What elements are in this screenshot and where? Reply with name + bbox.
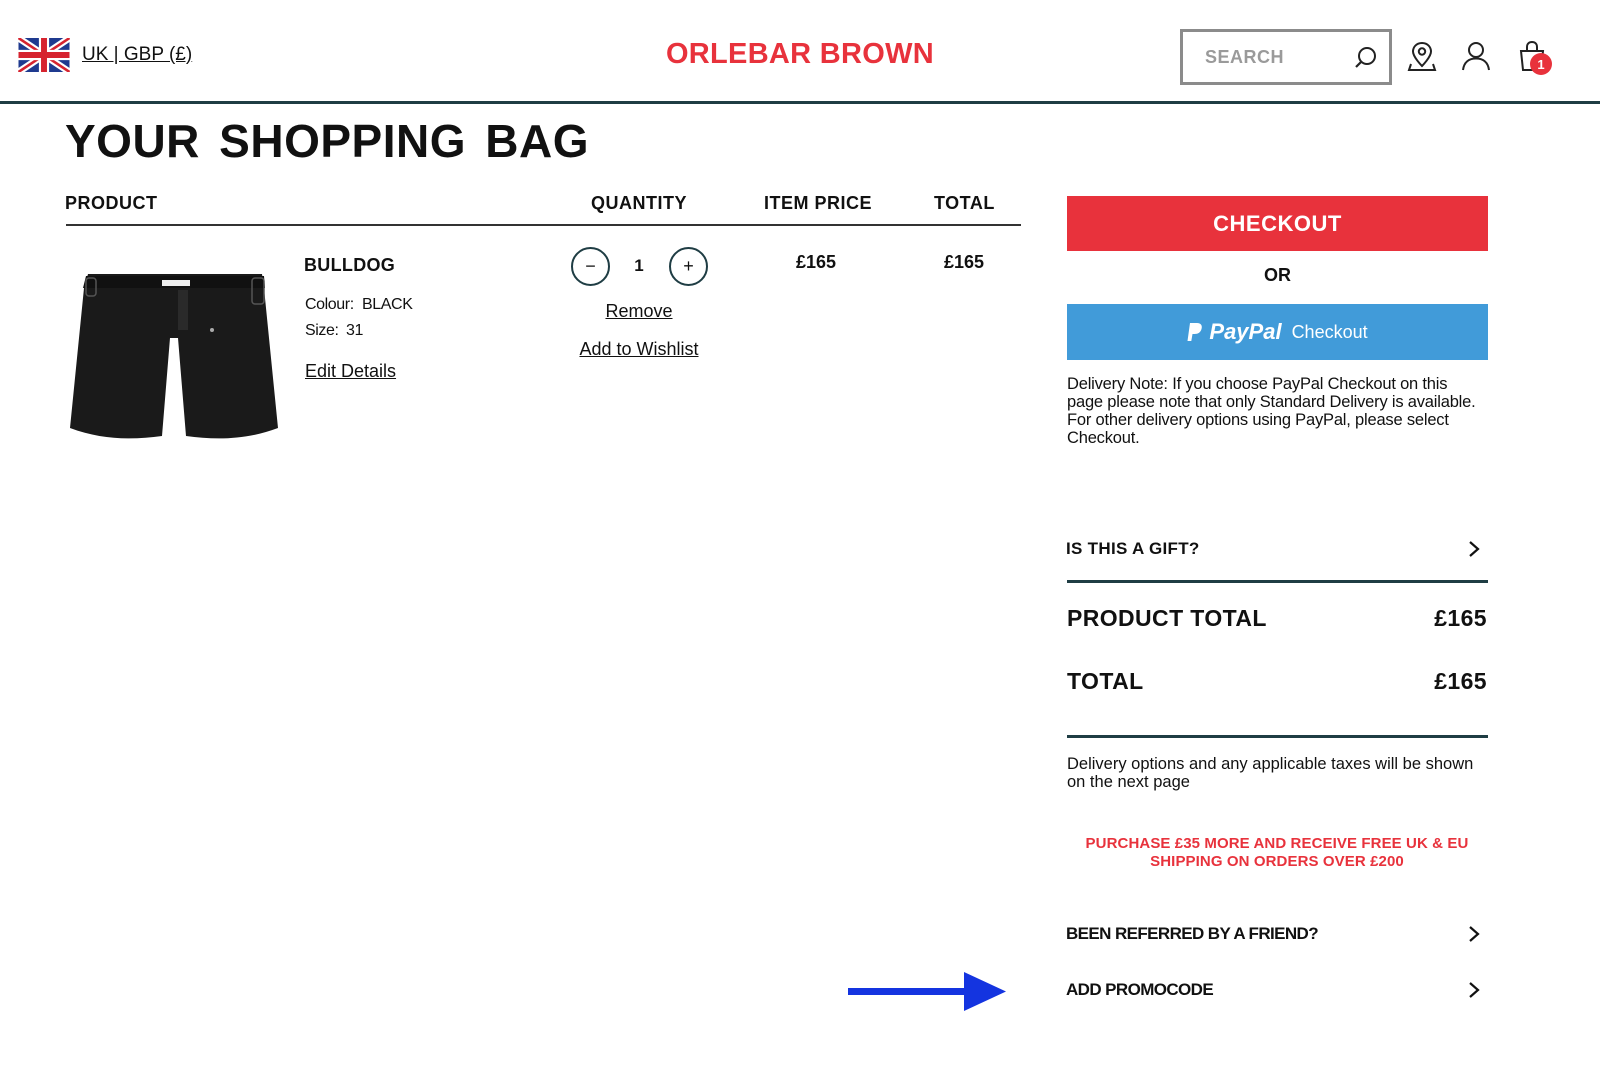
edit-details-link[interactable]: Edit Details	[305, 361, 396, 382]
product-name[interactable]: BULLDOG	[304, 255, 395, 276]
product-total-value: £165	[1434, 605, 1487, 631]
paypal-checkout-button[interactable]: PayPal Checkout	[1067, 304, 1488, 360]
colour-label: Colour:	[305, 296, 354, 313]
quantity-value: 1	[634, 256, 644, 275]
quantity-increase-button[interactable]: +	[669, 247, 708, 286]
quantity-decrease-button[interactable]: −	[571, 247, 610, 286]
store-locator-icon[interactable]	[1406, 40, 1438, 72]
column-header-item-price: ITEM PRICE	[764, 193, 873, 213]
column-header-quantity: QUANTITY	[591, 193, 687, 213]
referral-label: BEEN REFERRED BY A FRIEND?	[1066, 924, 1319, 943]
add-to-wishlist-link[interactable]: Add to Wishlist	[568, 339, 710, 360]
add-promocode-toggle[interactable]: ADD PROMOCODE	[1066, 980, 1488, 1000]
gift-option-label: IS THIS A GIFT?	[1066, 539, 1200, 558]
bag-count-badge: 1	[1530, 53, 1552, 75]
colour-value: BLACK	[362, 296, 413, 313]
checkout-button[interactable]: CHECKOUT	[1067, 196, 1488, 251]
free-shipping-message-line1: PURCHASE £35 MORE AND RECEIVE FREE UK & …	[1085, 835, 1469, 852]
paypal-icon	[1187, 323, 1203, 341]
add-promocode-label: ADD PROMOCODE	[1066, 980, 1214, 999]
chevron-right-icon	[1469, 926, 1480, 942]
product-colour: Colour: BLACK	[305, 296, 413, 314]
gift-option-toggle[interactable]: IS THIS A GIFT?	[1066, 539, 1488, 559]
order-total-value: £165	[1434, 668, 1487, 694]
product-image[interactable]	[66, 268, 282, 444]
search-input[interactable]	[1205, 46, 1345, 68]
chevron-right-icon	[1469, 982, 1480, 998]
page-title: YOUR SHOPPING BAG	[65, 115, 590, 167]
paypal-delivery-note: Delivery Note: If you choose PayPal Chec…	[1067, 375, 1476, 447]
delivery-options-info: Delivery options and any applicable taxe…	[1067, 755, 1474, 791]
or-divider-text: OR	[1264, 265, 1291, 285]
chevron-right-icon	[1469, 541, 1480, 557]
paypal-logo: PayPal	[1187, 319, 1282, 345]
order-total-row: TOTAL £165	[1067, 668, 1487, 695]
table-header-divider	[66, 224, 1021, 226]
totals-divider	[1067, 735, 1488, 738]
search-icon[interactable]	[1353, 45, 1379, 71]
product-size: Size: 31	[305, 322, 363, 340]
free-shipping-message: PURCHASE £35 MORE AND RECEIVE FREE UK & …	[1067, 835, 1487, 871]
item-total: £165	[943, 252, 985, 272]
paypal-brand-text: PayPal	[1209, 319, 1282, 344]
search-box[interactable]	[1180, 29, 1392, 85]
product-total-label: PRODUCT TOTAL	[1067, 605, 1267, 631]
annotation-arrow-icon	[848, 972, 1006, 1011]
product-total-row: PRODUCT TOTAL £165	[1067, 605, 1487, 632]
column-header-product: PRODUCT	[65, 193, 158, 213]
paypal-checkout-label: Checkout	[1291, 321, 1368, 342]
remove-link[interactable]: Remove	[578, 301, 700, 322]
free-shipping-message-line2: SHIPPING ON ORDERS OVER £200	[1150, 853, 1404, 870]
item-price: £165	[795, 252, 837, 272]
order-total-label: TOTAL	[1067, 668, 1144, 694]
column-header-total: TOTAL	[934, 193, 995, 213]
account-icon[interactable]	[1460, 40, 1492, 72]
size-value: 31	[346, 322, 363, 339]
referral-toggle[interactable]: BEEN REFERRED BY A FRIEND?	[1066, 924, 1488, 944]
site-header: UK | GBP (£) ORLEBAR BROWN 1	[0, 0, 1600, 104]
summary-divider	[1067, 580, 1488, 583]
size-label: Size:	[305, 322, 339, 339]
